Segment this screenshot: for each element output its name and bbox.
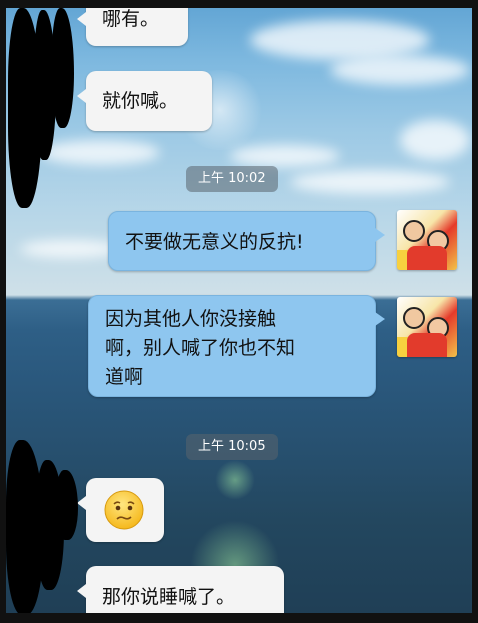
message-bubble-outgoing[interactable]: 不要做无意义的反抗! xyxy=(108,211,385,271)
message-text-line: 道啊 xyxy=(105,366,144,388)
cloud xyxy=(250,20,430,60)
avatar-face xyxy=(403,220,425,242)
chat-screen: 哪有。 就你喊。 上午 10:02 不要做无意义的反抗! 因为其他人你没接触 啊… xyxy=(0,0,478,623)
lens-flare xyxy=(215,460,255,500)
avatar-face xyxy=(403,307,425,329)
message-text: 不要做无意义的反抗! xyxy=(125,231,304,253)
message-text-line: 因为其他人你没接触 xyxy=(105,308,277,330)
worried-face-emoji xyxy=(104,490,144,530)
message-text: 那你说睡喊了。 xyxy=(102,586,236,608)
screen-frame xyxy=(0,613,478,623)
screen-frame xyxy=(472,0,478,623)
cloud xyxy=(290,170,450,194)
message-text: 哪有。 xyxy=(102,8,160,30)
self-avatar[interactable] xyxy=(397,210,457,270)
screen-frame xyxy=(0,0,6,623)
timestamp: 上午 10:05 xyxy=(186,434,278,460)
message-bubble-outgoing[interactable]: 因为其他人你没接触 啊，别人喊了你也不知 道啊 xyxy=(88,295,385,397)
screen-frame xyxy=(0,0,478,8)
cloud xyxy=(400,120,470,160)
message-text-line: 啊，别人喊了你也不知 xyxy=(105,337,296,359)
message-text: 就你喊。 xyxy=(102,90,179,112)
cloud xyxy=(330,55,470,85)
cloud xyxy=(40,140,160,165)
timestamp: 上午 10:02 xyxy=(186,166,278,192)
self-avatar[interactable] xyxy=(397,297,457,357)
cloud xyxy=(230,145,340,167)
avatar-clothing xyxy=(407,333,447,357)
avatar-clothing xyxy=(407,246,447,270)
cloud xyxy=(20,240,120,258)
message-bubble-incoming[interactable]: 就你喊。 xyxy=(77,71,212,131)
